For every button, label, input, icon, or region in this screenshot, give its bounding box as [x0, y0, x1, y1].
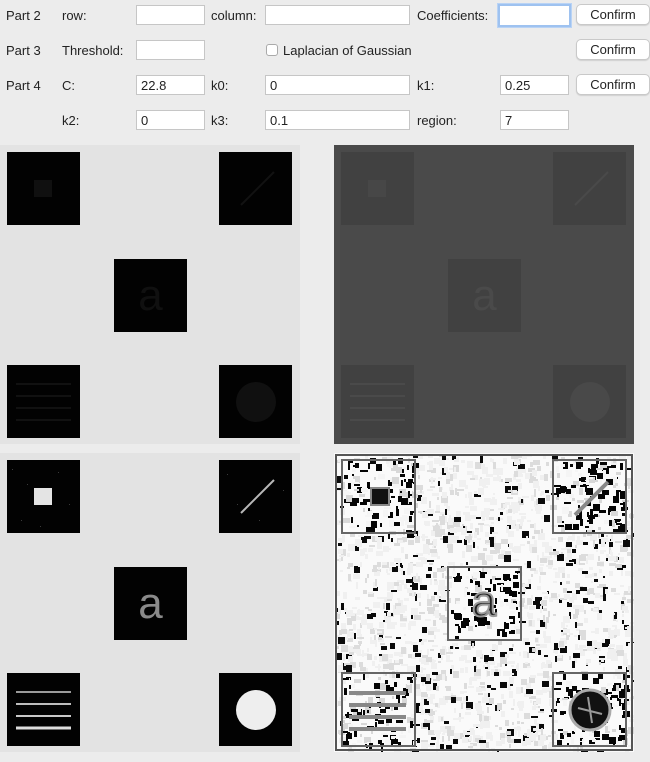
edge-map-image-panel: a: [334, 453, 634, 752]
threshold-label: Threshold:: [62, 43, 124, 58]
circle-tile: [219, 365, 292, 438]
k3-label: k3:: [211, 113, 229, 128]
part3-label: Part 3: [6, 43, 41, 58]
letter-glyph: a: [472, 271, 497, 320]
circle-tile: [219, 673, 292, 746]
c-label: C:: [62, 78, 75, 93]
k0-input[interactable]: [265, 75, 410, 95]
letter-tile: a: [114, 259, 187, 332]
horizontal-lines-tile: [7, 673, 80, 746]
letter-glyph: a: [138, 579, 163, 628]
region-label: region:: [417, 113, 457, 128]
processed-image-panel: a: [334, 145, 634, 444]
laplacian-of-gaussian-label[interactable]: Laplacian of Gaussian: [283, 43, 412, 59]
edge-outlines: a: [335, 454, 633, 751]
coefficients-input[interactable]: [498, 4, 571, 27]
letter-glyph: a: [472, 577, 497, 626]
square-tile: [7, 152, 80, 225]
k0-label: k0:: [211, 78, 229, 93]
k1-label: k1:: [417, 78, 435, 93]
k2-input[interactable]: [136, 110, 205, 130]
letter-tile: a: [114, 567, 187, 640]
letter-tile: a: [448, 259, 521, 332]
c-input[interactable]: [136, 75, 205, 95]
horizontal-lines-tile: [7, 365, 80, 438]
diagonal-line-tile: [553, 152, 626, 225]
part3-confirm-button[interactable]: Confirm: [576, 39, 650, 60]
laplacian-of-gaussian-checkbox[interactable]: [266, 44, 278, 56]
part4-label: Part 4: [6, 78, 41, 93]
noisy-image-panel: a: [0, 453, 300, 752]
diagonal-line-tile: [219, 152, 292, 225]
k2-label: k2:: [62, 113, 80, 128]
k1-input[interactable]: [500, 75, 569, 95]
square-tile: [7, 460, 80, 533]
k3-input[interactable]: [265, 110, 410, 130]
part2-confirm-button[interactable]: Confirm: [576, 4, 650, 25]
diagonal-line-tile: [219, 460, 292, 533]
horizontal-lines-tile: [341, 365, 414, 438]
row-input[interactable]: [136, 5, 205, 25]
coefficients-label: Coefficients:: [417, 8, 489, 23]
row-label: row:: [62, 8, 87, 23]
circle-tile: [553, 365, 626, 438]
region-input[interactable]: [500, 110, 569, 130]
column-input[interactable]: [265, 5, 410, 25]
column-label: column:: [211, 8, 257, 23]
part2-label: Part 2: [6, 8, 41, 23]
letter-glyph: a: [138, 271, 163, 320]
square-tile: [341, 152, 414, 225]
threshold-input[interactable]: [136, 40, 205, 60]
original-image-panel: a: [0, 145, 300, 444]
part4-confirm-button[interactable]: Confirm: [576, 74, 650, 95]
